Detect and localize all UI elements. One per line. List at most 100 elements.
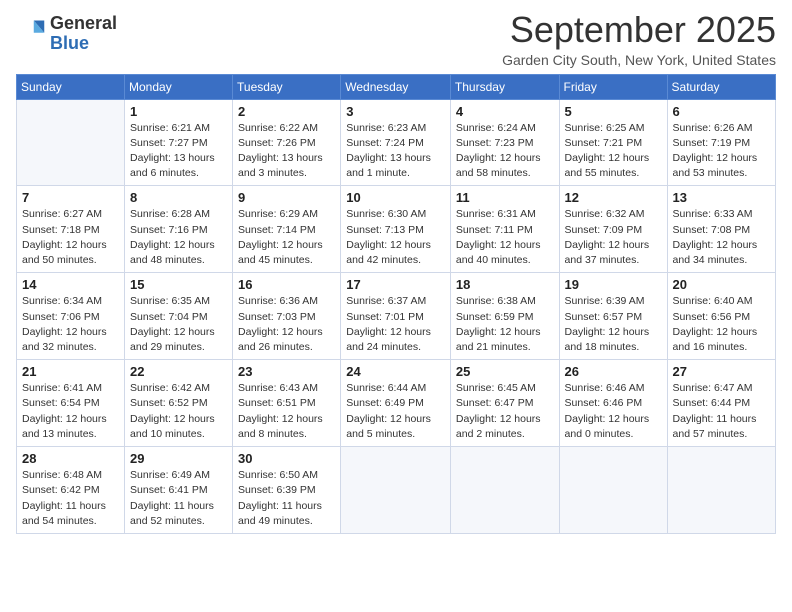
day-info: Sunrise: 6:21 AMSunset: 7:27 PMDaylight:…: [130, 121, 227, 182]
day-info: Sunrise: 6:28 AMSunset: 7:16 PMDaylight:…: [130, 207, 227, 268]
day-info: Sunrise: 6:45 AMSunset: 6:47 PMDaylight:…: [456, 381, 554, 442]
table-row: [667, 447, 775, 534]
day-number: 5: [565, 104, 662, 119]
table-row: 20Sunrise: 6:40 AMSunset: 6:56 PMDayligh…: [667, 273, 775, 360]
table-row: 24 Sunrise: 6:44 AMSunset: 6:49 PMDayligh…: [341, 360, 451, 447]
day-info: Sunrise: 6:46 AMSunset: 6:46 PMDaylight:…: [565, 381, 662, 442]
day-number: 18: [456, 277, 554, 292]
table-row: 2Sunrise: 6:22 AMSunset: 7:26 PMDaylight…: [233, 99, 341, 186]
day-number: 23: [238, 364, 335, 379]
table-row: 12 Sunrise: 6:32 AMSunset: 7:09 PMDayligh…: [559, 186, 667, 273]
day-info: Sunrise: 6:42 AMSunset: 6:52 PMDaylight:…: [130, 381, 227, 442]
table-row: 1 Sunrise: 6:21 AMSunset: 7:27 PMDaylight…: [125, 99, 233, 186]
table-row: 29 Sunrise: 6:49 AMSunset: 6:41 PMDayligh…: [125, 447, 233, 534]
day-number: 9: [238, 190, 335, 205]
day-number: 19: [565, 277, 662, 292]
location: Garden City South, New York, United Stat…: [502, 52, 776, 68]
day-number: 28: [22, 451, 119, 466]
table-row: [559, 447, 667, 534]
table-row: 16Sunrise: 6:36 AMSunset: 7:03 PMDayligh…: [233, 273, 341, 360]
day-number: 17: [346, 277, 445, 292]
day-info: Sunrise: 6:27 AMSunset: 7:18 PMDaylight:…: [22, 207, 119, 268]
table-row: 22 Sunrise: 6:42 AMSunset: 6:52 PMDayligh…: [125, 360, 233, 447]
table-row: 17 Sunrise: 6:37 AMSunset: 7:01 PMDayligh…: [341, 273, 451, 360]
table-row: 6 Sunrise: 6:26 AMSunset: 7:19 PMDaylight…: [667, 99, 775, 186]
calendar-header: Sunday Monday Tuesday Wednesday Thursday…: [17, 74, 776, 99]
page: General Blue September 2025 Garden City …: [0, 0, 792, 612]
table-row: 28 Sunrise: 6:48 AMSunset: 6:42 PMDayligh…: [17, 447, 125, 534]
day-info: Sunrise: 6:25 AMSunset: 7:21 PMDaylight:…: [565, 121, 662, 182]
day-info: Sunrise: 6:24 AMSunset: 7:23 PMDaylight:…: [456, 121, 554, 182]
header-thursday: Thursday: [450, 74, 559, 99]
table-row: 13 Sunrise: 6:33 AMSunset: 7:08 PMDayligh…: [667, 186, 775, 273]
logo-blue-text: Blue: [50, 33, 89, 53]
day-info: Sunrise: 6:31 AMSunset: 7:11 PMDaylight:…: [456, 207, 554, 268]
day-info: Sunrise: 6:47 AMSunset: 6:44 PMDaylight:…: [673, 381, 770, 442]
day-number: 21: [22, 364, 119, 379]
day-info: Sunrise: 6:41 AMSunset: 6:54 PMDaylight:…: [22, 381, 119, 442]
title-block: September 2025 Garden City South, New Yo…: [502, 10, 776, 68]
calendar-table: Sunday Monday Tuesday Wednesday Thursday…: [16, 74, 776, 534]
table-row: 11 Sunrise: 6:31 AMSunset: 7:11 PMDayligh…: [450, 186, 559, 273]
header-saturday: Saturday: [667, 74, 775, 99]
table-row: 14 Sunrise: 6:34 AMSunset: 7:06 PMDayligh…: [17, 273, 125, 360]
day-number: 6: [673, 104, 770, 119]
day-number: 26: [565, 364, 662, 379]
day-number: 15: [130, 277, 227, 292]
table-row: 18 Sunrise: 6:38 AMSunset: 6:59 PMDayligh…: [450, 273, 559, 360]
day-number: 30: [238, 451, 335, 466]
day-number: 14: [22, 277, 119, 292]
table-row: 8Sunrise: 6:28 AMSunset: 7:16 PMDaylight…: [125, 186, 233, 273]
day-info: Sunrise: 6:49 AMSunset: 6:41 PMDaylight:…: [130, 468, 227, 529]
header-monday: Monday: [125, 74, 233, 99]
day-info: Sunrise: 6:29 AMSunset: 7:14 PMDaylight:…: [238, 207, 335, 268]
day-number: 11: [456, 190, 554, 205]
table-row: [17, 99, 125, 186]
day-number: 7: [22, 190, 119, 205]
day-number: 1: [130, 104, 227, 119]
day-info: Sunrise: 6:44 AMSunset: 6:49 PMDaylight:…: [346, 381, 445, 442]
table-row: [341, 447, 451, 534]
day-info: Sunrise: 6:43 AMSunset: 6:51 PMDaylight:…: [238, 381, 335, 442]
day-info: Sunrise: 6:37 AMSunset: 7:01 PMDaylight:…: [346, 294, 445, 355]
table-row: 23 Sunrise: 6:43 AMSunset: 6:51 PMDayligh…: [233, 360, 341, 447]
day-info: Sunrise: 6:50 AMSunset: 6:39 PMDaylight:…: [238, 468, 335, 529]
day-number: 12: [565, 190, 662, 205]
logo-icon: [18, 17, 46, 45]
day-info: Sunrise: 6:32 AMSunset: 7:09 PMDaylight:…: [565, 207, 662, 268]
day-number: 22: [130, 364, 227, 379]
day-info: Sunrise: 6:39 AMSunset: 6:57 PMDaylight:…: [565, 294, 662, 355]
day-number: 20: [673, 277, 770, 292]
table-row: 5 Sunrise: 6:25 AMSunset: 7:21 PMDaylight…: [559, 99, 667, 186]
day-number: 24: [346, 364, 445, 379]
day-number: 3: [346, 104, 445, 119]
table-row: [450, 447, 559, 534]
day-number: 13: [673, 190, 770, 205]
day-number: 4: [456, 104, 554, 119]
month-title: September 2025: [502, 10, 776, 50]
table-row: 9 Sunrise: 6:29 AMSunset: 7:14 PMDaylight…: [233, 186, 341, 273]
table-row: 7 Sunrise: 6:27 AMSunset: 7:18 PMDaylight…: [17, 186, 125, 273]
day-number: 10: [346, 190, 445, 205]
day-info: Sunrise: 6:33 AMSunset: 7:08 PMDaylight:…: [673, 207, 770, 268]
header-tuesday: Tuesday: [233, 74, 341, 99]
day-number: 16: [238, 277, 335, 292]
day-info: Sunrise: 6:38 AMSunset: 6:59 PMDaylight:…: [456, 294, 554, 355]
day-info: Sunrise: 6:48 AMSunset: 6:42 PMDaylight:…: [22, 468, 119, 529]
day-info: Sunrise: 6:22 AMSunset: 7:26 PMDaylight:…: [238, 121, 335, 182]
table-row: 10 Sunrise: 6:30 AMSunset: 7:13 PMDayligh…: [341, 186, 451, 273]
table-row: 15Sunrise: 6:35 AMSunset: 7:04 PMDayligh…: [125, 273, 233, 360]
day-number: 29: [130, 451, 227, 466]
day-info: Sunrise: 6:30 AMSunset: 7:13 PMDaylight:…: [346, 207, 445, 268]
table-row: 30 Sunrise: 6:50 AMSunset: 6:39 PMDayligh…: [233, 447, 341, 534]
calendar-body: 1 Sunrise: 6:21 AMSunset: 7:27 PMDaylight…: [17, 99, 776, 533]
table-row: 3Sunrise: 6:23 AMSunset: 7:24 PMDaylight…: [341, 99, 451, 186]
header-sunday: Sunday: [17, 74, 125, 99]
day-number: 27: [673, 364, 770, 379]
table-row: 26 Sunrise: 6:46 AMSunset: 6:46 PMDayligh…: [559, 360, 667, 447]
day-info: Sunrise: 6:34 AMSunset: 7:06 PMDaylight:…: [22, 294, 119, 355]
logo-general-text: General: [50, 13, 117, 33]
day-info: Sunrise: 6:26 AMSunset: 7:19 PMDaylight:…: [673, 121, 770, 182]
table-row: 25Sunrise: 6:45 AMSunset: 6:47 PMDayligh…: [450, 360, 559, 447]
table-row: 4 Sunrise: 6:24 AMSunset: 7:23 PMDaylight…: [450, 99, 559, 186]
